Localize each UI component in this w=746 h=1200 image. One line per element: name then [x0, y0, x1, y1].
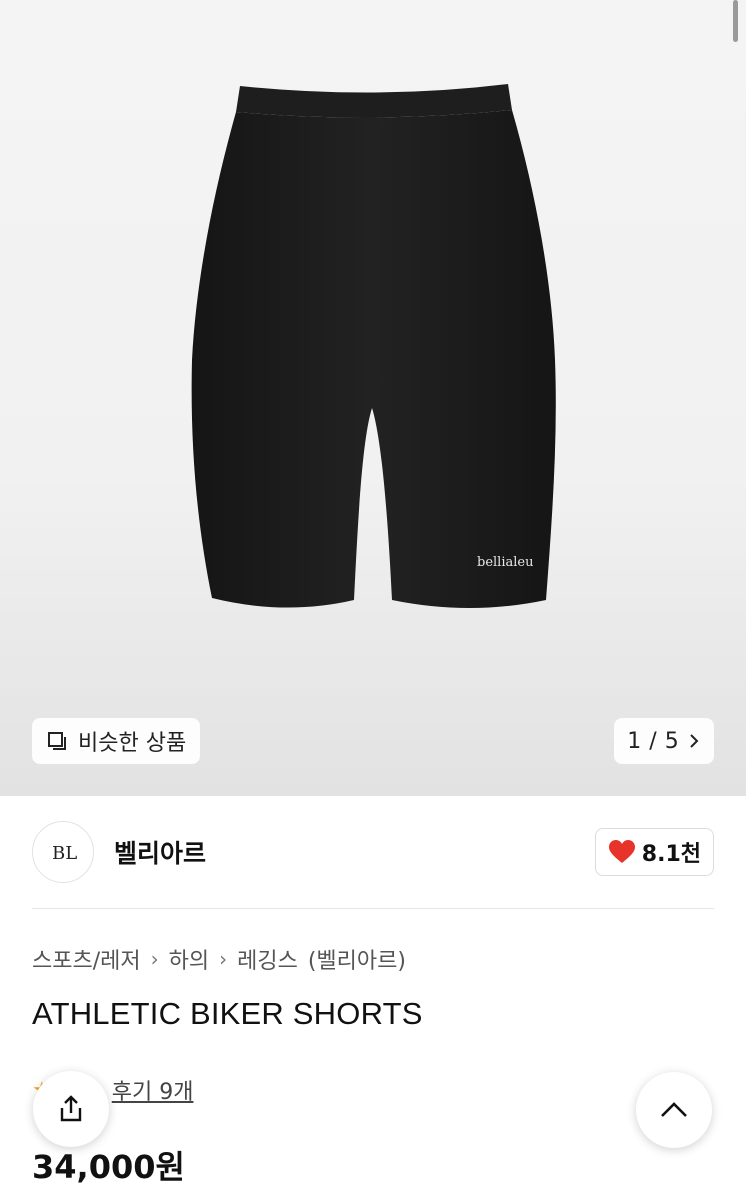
image-pager[interactable]: 1 / 5	[614, 718, 714, 764]
chevron-right-icon: ›	[150, 947, 159, 971]
breadcrumb-item-bottoms[interactable]: 하의	[169, 943, 209, 975]
similar-products-button[interactable]: 비슷한 상품	[32, 718, 201, 764]
pager-current: 1	[627, 728, 642, 754]
share-icon	[60, 1095, 82, 1122]
chevron-up-icon	[661, 1102, 687, 1117]
product-image-gallery[interactable]: bellialeu 비슷한 상품 1 / 5	[0, 0, 746, 796]
brand-row: BL 벨리아르 8.1천	[32, 820, 714, 884]
breadcrumb-item-leggings[interactable]: 레깅스	[237, 943, 298, 975]
product-print-text: bellialeu	[477, 555, 533, 570]
share-button[interactable]	[33, 1071, 109, 1147]
like-button[interactable]: 8.1천	[594, 828, 714, 876]
breadcrumb-brand[interactable]: (벨리아르)	[308, 943, 406, 975]
stack-icon	[48, 732, 66, 750]
breadcrumb: 스포츠/레저 › 하의 › 레깅스 (벨리아르)	[32, 942, 406, 976]
chevron-right-icon: ›	[219, 947, 228, 971]
brand-logo[interactable]: BL	[32, 821, 94, 883]
chevron-right-icon	[689, 734, 699, 748]
product-page: bellialeu 비슷한 상품 1 / 5 BL 벨리아르 8.1천 스포츠/…	[0, 0, 746, 1200]
brand-logo-mark: BL	[52, 843, 77, 864]
scroll-indicator[interactable]	[733, 0, 738, 42]
heart-icon	[608, 840, 635, 863]
scroll-top-button[interactable]	[636, 1072, 712, 1148]
pager-separator: /	[649, 728, 657, 754]
similar-products-label: 비슷한 상품	[78, 731, 187, 756]
svg-text:BL: BL	[52, 843, 77, 864]
product-title: ATHLETIC BIKER SHORTS	[32, 996, 423, 1031]
product-price: 34,000원	[32, 1148, 185, 1186]
brand-name[interactable]: 벨리아르	[114, 834, 206, 870]
product-image: bellialeu	[191, 84, 556, 608]
like-count: 8.1천	[641, 842, 701, 867]
divider	[32, 908, 714, 909]
pager-total: 5	[664, 728, 679, 754]
breadcrumb-item-sports[interactable]: 스포츠/레저	[32, 943, 141, 975]
review-link[interactable]: 후기 9개	[112, 1074, 194, 1106]
